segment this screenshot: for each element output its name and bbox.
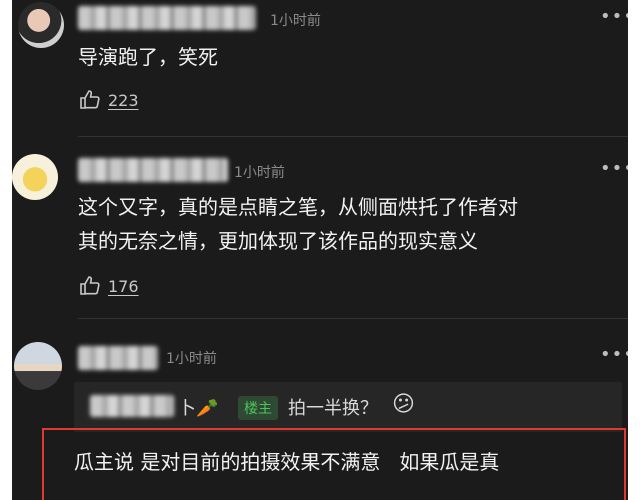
like-count: 176 [108, 276, 139, 296]
reply-box[interactable]: 卜🥕 楼主 拍一半换？ 😕 [74, 382, 622, 432]
like-button[interactable]: 223 [78, 88, 139, 112]
like-count: 223 [108, 90, 139, 110]
more-icon[interactable]: ••• [600, 158, 628, 179]
owner-badge: 楼主 [238, 396, 278, 420]
more-icon[interactable]: ••• [600, 6, 628, 27]
comment-text-line: 这个又字，真的是点睛之笔，从侧面烘托了作者对 [78, 195, 518, 219]
reply-text: 拍一半换？ [288, 398, 378, 419]
comment-time: 1小时前 [166, 351, 217, 367]
like-button[interactable]: 176 [78, 274, 139, 298]
thumbs-up-icon [78, 274, 102, 298]
avatar[interactable] [14, 342, 62, 390]
thumbs-up-icon [78, 88, 102, 112]
divider [78, 136, 628, 137]
username[interactable] [78, 6, 256, 30]
avatar[interactable] [12, 154, 58, 200]
username[interactable] [78, 158, 228, 182]
confused-emoji-icon: 😕 [392, 392, 415, 417]
comment-time: 1小时前 [234, 165, 285, 181]
comment-text-line: 其的无奈之情，更加体现了该作品的现实意义 [78, 229, 478, 253]
reply-username-tail: 卜🥕 [178, 398, 219, 419]
divider [78, 318, 628, 319]
comment-time: 1小时前 [270, 13, 321, 29]
comment-panel: 1小时前 ••• 导演跑了，笑死 223 1小时前 ••• 这个又字，真的是点睛… [12, 0, 628, 500]
highlighted-text: 瓜主说 是对目前的拍摄效果不满意 如果瓜是真 [74, 450, 500, 474]
username[interactable] [78, 346, 158, 370]
reply-username[interactable] [90, 395, 174, 417]
comment-text: 导演跑了，笑死 [78, 45, 218, 69]
more-icon[interactable]: ••• [600, 344, 628, 365]
avatar[interactable] [18, 2, 64, 48]
